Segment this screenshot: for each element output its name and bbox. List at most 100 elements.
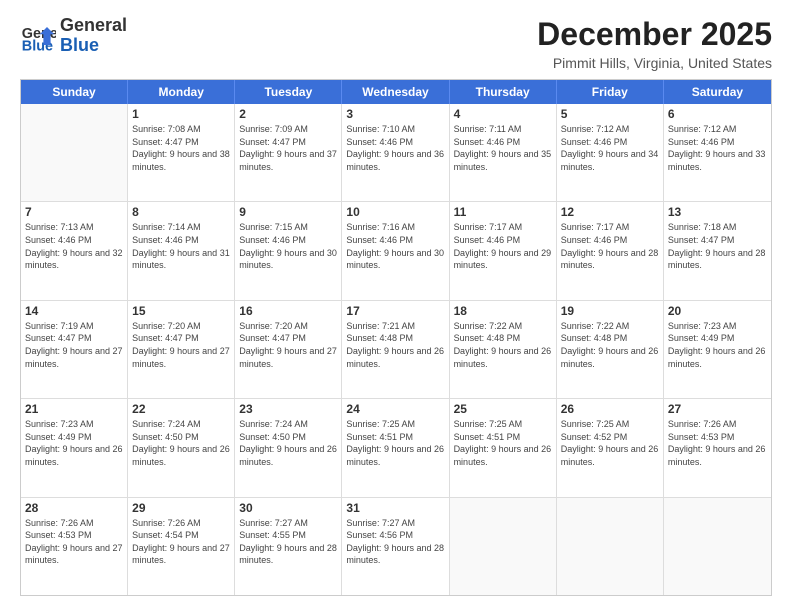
cell-info: Sunrise: 7:26 AM Sunset: 4:53 PM Dayligh…	[668, 418, 767, 468]
sunset-text: Sunset: 4:50 PM	[132, 431, 230, 444]
header-day-monday: Monday	[128, 80, 235, 104]
sunset-text: Sunset: 4:46 PM	[132, 234, 230, 247]
sunrise-text: Sunrise: 7:23 AM	[25, 418, 123, 431]
sunset-text: Sunset: 4:53 PM	[668, 431, 767, 444]
day-number: 7	[25, 205, 123, 219]
week-row-1: 7 Sunrise: 7:13 AM Sunset: 4:46 PM Dayli…	[21, 202, 771, 300]
daylight-text: Daylight: 9 hours and 27 minutes.	[132, 542, 230, 567]
sunset-text: Sunset: 4:47 PM	[239, 136, 337, 149]
day-cell-20: 20 Sunrise: 7:23 AM Sunset: 4:49 PM Dayl…	[664, 301, 771, 398]
day-number: 2	[239, 107, 337, 121]
day-number: 12	[561, 205, 659, 219]
day-number: 20	[668, 304, 767, 318]
sunrise-text: Sunrise: 7:15 AM	[239, 221, 337, 234]
header-day-tuesday: Tuesday	[235, 80, 342, 104]
day-number: 22	[132, 402, 230, 416]
day-cell-29: 29 Sunrise: 7:26 AM Sunset: 4:54 PM Dayl…	[128, 498, 235, 595]
cell-info: Sunrise: 7:17 AM Sunset: 4:46 PM Dayligh…	[454, 221, 552, 271]
day-cell-18: 18 Sunrise: 7:22 AM Sunset: 4:48 PM Dayl…	[450, 301, 557, 398]
cell-info: Sunrise: 7:23 AM Sunset: 4:49 PM Dayligh…	[668, 320, 767, 370]
daylight-text: Daylight: 9 hours and 26 minutes.	[668, 345, 767, 370]
sunset-text: Sunset: 4:46 PM	[25, 234, 123, 247]
sunrise-text: Sunrise: 7:25 AM	[346, 418, 444, 431]
cell-info: Sunrise: 7:25 AM Sunset: 4:51 PM Dayligh…	[346, 418, 444, 468]
daylight-text: Daylight: 9 hours and 35 minutes.	[454, 148, 552, 173]
cell-info: Sunrise: 7:10 AM Sunset: 4:46 PM Dayligh…	[346, 123, 444, 173]
cell-info: Sunrise: 7:24 AM Sunset: 4:50 PM Dayligh…	[132, 418, 230, 468]
sunset-text: Sunset: 4:46 PM	[561, 234, 659, 247]
cell-info: Sunrise: 7:20 AM Sunset: 4:47 PM Dayligh…	[239, 320, 337, 370]
day-cell-15: 15 Sunrise: 7:20 AM Sunset: 4:47 PM Dayl…	[128, 301, 235, 398]
week-row-4: 28 Sunrise: 7:26 AM Sunset: 4:53 PM Dayl…	[21, 498, 771, 595]
daylight-text: Daylight: 9 hours and 27 minutes.	[132, 345, 230, 370]
day-cell-27: 27 Sunrise: 7:26 AM Sunset: 4:53 PM Dayl…	[664, 399, 771, 496]
cell-info: Sunrise: 7:27 AM Sunset: 4:55 PM Dayligh…	[239, 517, 337, 567]
sunrise-text: Sunrise: 7:22 AM	[561, 320, 659, 333]
day-number: 9	[239, 205, 337, 219]
cell-info: Sunrise: 7:19 AM Sunset: 4:47 PM Dayligh…	[25, 320, 123, 370]
sunrise-text: Sunrise: 7:18 AM	[668, 221, 767, 234]
sunset-text: Sunset: 4:46 PM	[239, 234, 337, 247]
week-row-3: 21 Sunrise: 7:23 AM Sunset: 4:49 PM Dayl…	[21, 399, 771, 497]
sunrise-text: Sunrise: 7:22 AM	[454, 320, 552, 333]
daylight-text: Daylight: 9 hours and 26 minutes.	[239, 443, 337, 468]
sunset-text: Sunset: 4:46 PM	[346, 234, 444, 247]
day-cell-6: 6 Sunrise: 7:12 AM Sunset: 4:46 PM Dayli…	[664, 104, 771, 201]
daylight-text: Daylight: 9 hours and 28 minutes.	[668, 247, 767, 272]
day-cell-13: 13 Sunrise: 7:18 AM Sunset: 4:47 PM Dayl…	[664, 202, 771, 299]
empty-cell-4-6	[664, 498, 771, 595]
sunset-text: Sunset: 4:54 PM	[132, 529, 230, 542]
sunset-text: Sunset: 4:51 PM	[346, 431, 444, 444]
sunrise-text: Sunrise: 7:12 AM	[668, 123, 767, 136]
sunset-text: Sunset: 4:48 PM	[346, 332, 444, 345]
page: General Blue General Blue December 2025 …	[0, 0, 792, 612]
empty-cell-0-0	[21, 104, 128, 201]
day-cell-11: 11 Sunrise: 7:17 AM Sunset: 4:46 PM Dayl…	[450, 202, 557, 299]
cell-info: Sunrise: 7:12 AM Sunset: 4:46 PM Dayligh…	[668, 123, 767, 173]
sunset-text: Sunset: 4:49 PM	[668, 332, 767, 345]
daylight-text: Daylight: 9 hours and 28 minutes.	[346, 542, 444, 567]
day-cell-30: 30 Sunrise: 7:27 AM Sunset: 4:55 PM Dayl…	[235, 498, 342, 595]
day-number: 16	[239, 304, 337, 318]
sunrise-text: Sunrise: 7:17 AM	[561, 221, 659, 234]
daylight-text: Daylight: 9 hours and 33 minutes.	[668, 148, 767, 173]
day-cell-24: 24 Sunrise: 7:25 AM Sunset: 4:51 PM Dayl…	[342, 399, 449, 496]
sunset-text: Sunset: 4:46 PM	[454, 234, 552, 247]
sunset-text: Sunset: 4:49 PM	[25, 431, 123, 444]
sunset-text: Sunset: 4:47 PM	[668, 234, 767, 247]
day-cell-5: 5 Sunrise: 7:12 AM Sunset: 4:46 PM Dayli…	[557, 104, 664, 201]
day-number: 24	[346, 402, 444, 416]
sunset-text: Sunset: 4:47 PM	[132, 136, 230, 149]
sunset-text: Sunset: 4:46 PM	[454, 136, 552, 149]
sunset-text: Sunset: 4:47 PM	[132, 332, 230, 345]
sunset-text: Sunset: 4:47 PM	[239, 332, 337, 345]
day-number: 10	[346, 205, 444, 219]
day-cell-7: 7 Sunrise: 7:13 AM Sunset: 4:46 PM Dayli…	[21, 202, 128, 299]
sunset-text: Sunset: 4:53 PM	[25, 529, 123, 542]
cell-info: Sunrise: 7:18 AM Sunset: 4:47 PM Dayligh…	[668, 221, 767, 271]
sunrise-text: Sunrise: 7:25 AM	[454, 418, 552, 431]
header-day-wednesday: Wednesday	[342, 80, 449, 104]
header-day-saturday: Saturday	[664, 80, 771, 104]
sunrise-text: Sunrise: 7:27 AM	[239, 517, 337, 530]
empty-cell-4-5	[557, 498, 664, 595]
sunset-text: Sunset: 4:47 PM	[25, 332, 123, 345]
day-number: 27	[668, 402, 767, 416]
day-cell-10: 10 Sunrise: 7:16 AM Sunset: 4:46 PM Dayl…	[342, 202, 449, 299]
sunset-text: Sunset: 4:48 PM	[454, 332, 552, 345]
logo-text: General Blue	[60, 16, 127, 56]
header: General Blue General Blue December 2025 …	[20, 16, 772, 71]
cell-info: Sunrise: 7:25 AM Sunset: 4:52 PM Dayligh…	[561, 418, 659, 468]
cell-info: Sunrise: 7:23 AM Sunset: 4:49 PM Dayligh…	[25, 418, 123, 468]
sunrise-text: Sunrise: 7:20 AM	[239, 320, 337, 333]
day-cell-28: 28 Sunrise: 7:26 AM Sunset: 4:53 PM Dayl…	[21, 498, 128, 595]
day-number: 6	[668, 107, 767, 121]
sunrise-text: Sunrise: 7:24 AM	[239, 418, 337, 431]
empty-cell-4-4	[450, 498, 557, 595]
logo: General Blue General Blue	[20, 16, 127, 56]
month-title: December 2025	[537, 16, 772, 53]
sunrise-text: Sunrise: 7:26 AM	[668, 418, 767, 431]
day-cell-31: 31 Sunrise: 7:27 AM Sunset: 4:56 PM Dayl…	[342, 498, 449, 595]
day-number: 17	[346, 304, 444, 318]
cell-info: Sunrise: 7:25 AM Sunset: 4:51 PM Dayligh…	[454, 418, 552, 468]
